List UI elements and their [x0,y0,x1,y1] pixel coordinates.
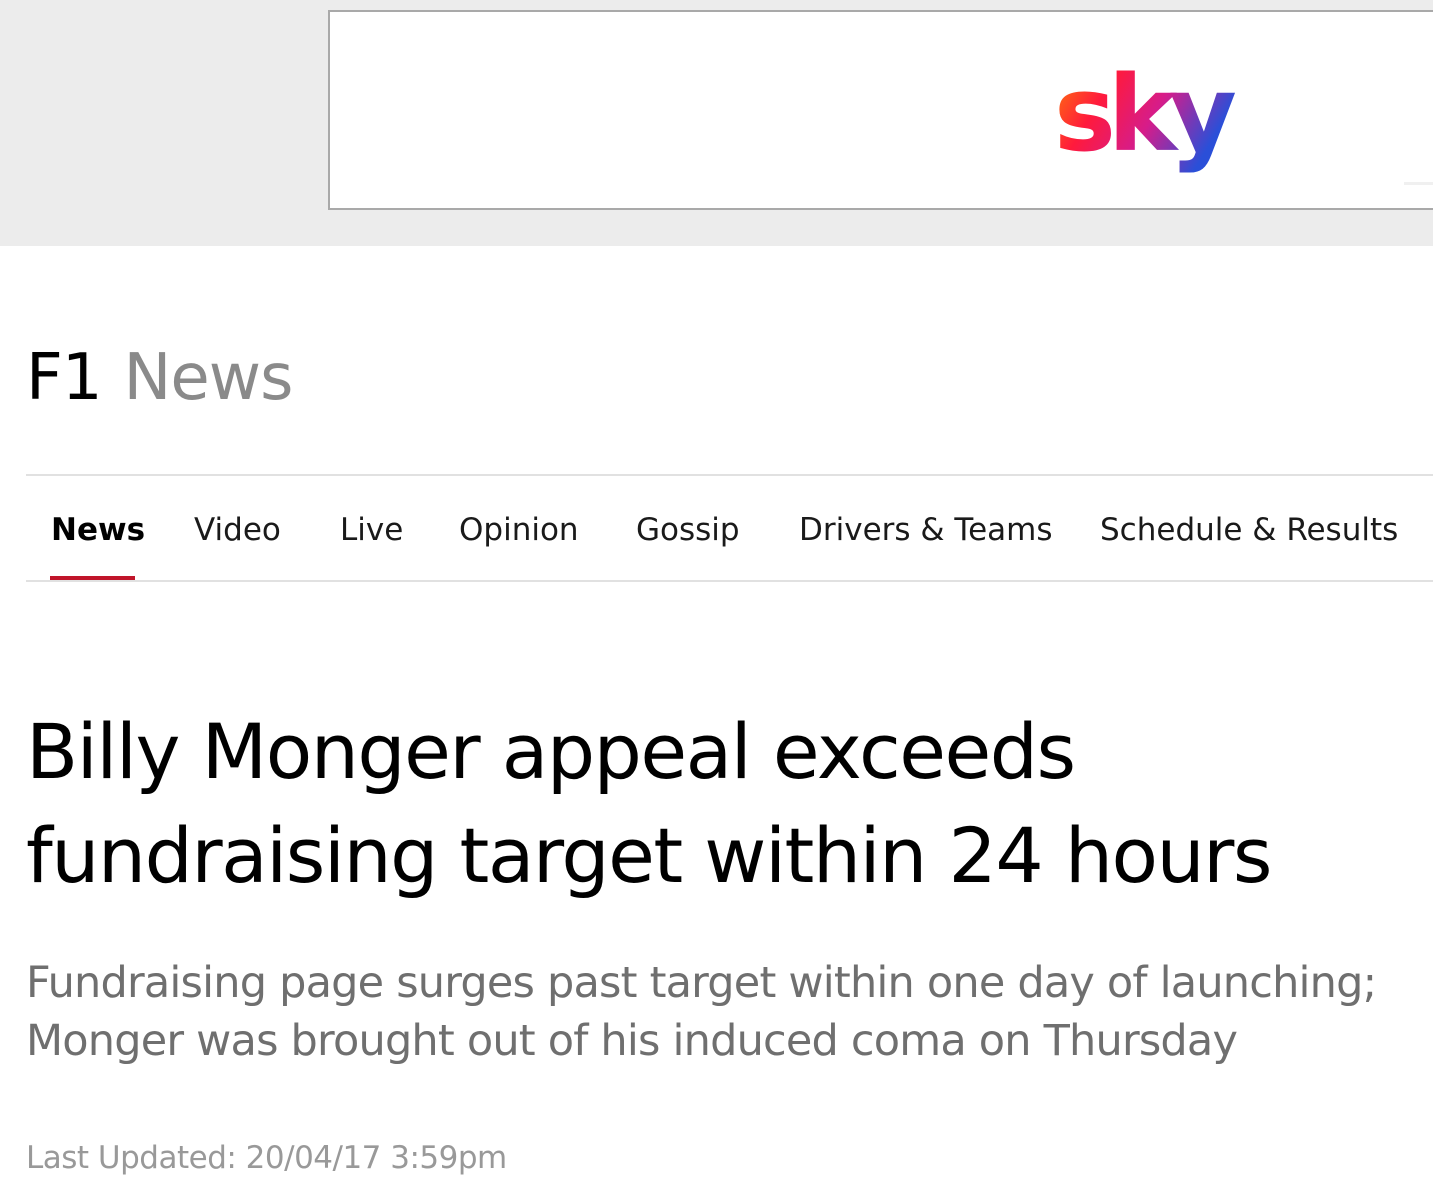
nav-item-schedule-results[interactable]: Schedule & Results [1100,510,1398,550]
sky-logo: sky [1054,53,1243,175]
nav-item-gossip[interactable]: Gossip [636,510,740,550]
advert-banner-area: sky [0,0,1433,246]
nav-active-underline [50,576,135,580]
section-title-f1: F1 [26,341,103,415]
last-updated-timestamp: Last Updated: 20/04/17 3:59pm [26,1140,507,1176]
svg-text:sky: sky [1054,53,1235,175]
nav-item-live[interactable]: Live [340,510,403,550]
article-standfirst: Fundraising page surges past target with… [26,958,1377,1066]
nav-item-opinion[interactable]: Opinion [459,510,579,550]
advert-box[interactable]: sky [328,10,1433,210]
nav-item-video[interactable]: Video [194,510,281,550]
section-nav: News Video Live Opinion Gossip Drivers &… [26,474,1433,582]
section-title: F1 News [26,338,294,418]
section-title-news: News [123,341,294,415]
advert-edge-mark [1404,182,1433,185]
article-headline: Billy Monger appeal exceeds fundraising … [26,707,1273,900]
nav-item-drivers-teams[interactable]: Drivers & Teams [799,510,1053,550]
nav-item-news[interactable]: News [51,510,145,550]
